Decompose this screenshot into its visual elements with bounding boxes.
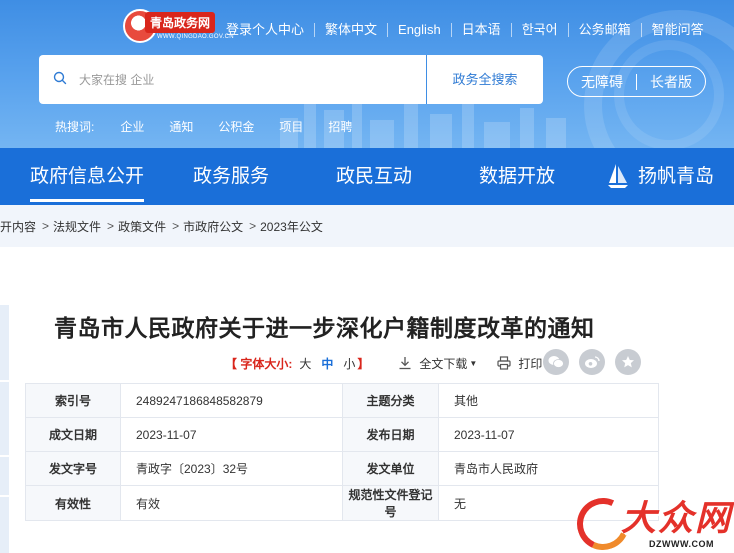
print-label: 打印 bbox=[518, 356, 543, 371]
left-side-strip bbox=[0, 305, 9, 553]
watermark-text: 大众网 bbox=[621, 498, 733, 539]
share-favorite-button[interactable] bbox=[615, 349, 641, 375]
breadcrumb-item[interactable]: 法规文件 bbox=[53, 218, 101, 235]
meta-key: 发布日期 bbox=[342, 417, 439, 452]
download-icon bbox=[399, 357, 411, 370]
font-size-large[interactable]: 大 bbox=[299, 355, 311, 372]
meta-key: 规范性文件登记号 bbox=[342, 485, 439, 521]
logo-title: 青岛政务网 bbox=[145, 12, 216, 33]
breadcrumb-separator: > bbox=[172, 219, 180, 233]
elder-mode-button[interactable]: 长者版 bbox=[637, 72, 705, 92]
barrier-free-button[interactable]: 无障碍 bbox=[568, 72, 636, 92]
nav-item-open-data[interactable]: 数据开放 bbox=[479, 148, 555, 205]
share-weibo-button[interactable] bbox=[579, 349, 605, 375]
hot-word[interactable]: 通知 bbox=[169, 118, 193, 135]
article-title: 青岛市人民政府关于进一步深化户籍制度改革的通知 bbox=[54, 315, 595, 341]
hot-search-words: 热搜词: 企业 通知 公积金 项目 招聘 bbox=[55, 118, 377, 135]
wechat-icon bbox=[548, 356, 564, 368]
weibo-icon bbox=[585, 356, 600, 368]
site-header: 青岛政务网 WWW.QINGDAO.GOV.CN 登录个人中心 繁体中文 Eng… bbox=[0, 0, 734, 148]
font-size-medium[interactable]: 中 bbox=[321, 355, 333, 372]
table-row: 发文字号 青政字〔2023〕32号 发文单位 青岛市人民政府 bbox=[25, 451, 659, 486]
nav-item-public-interaction[interactable]: 政民互动 bbox=[336, 148, 412, 205]
download-label: 全文下载 bbox=[419, 356, 468, 371]
hot-words-label: 热搜词: bbox=[55, 120, 95, 134]
breadcrumb-item[interactable]: 政策文件 bbox=[118, 218, 166, 235]
share-wechat-button[interactable] bbox=[543, 349, 569, 375]
nav-item-gov-services[interactable]: 政务服务 bbox=[193, 148, 269, 205]
meta-value: 青岛市人民政府 bbox=[438, 451, 659, 486]
meta-key: 发文单位 bbox=[342, 451, 439, 486]
font-size-label: 【 字体大小: bbox=[225, 356, 293, 371]
font-size-small[interactable]: 小 bbox=[343, 355, 355, 372]
meta-value: 青政字〔2023〕32号 bbox=[120, 451, 343, 486]
meta-value: 2023-11-07 bbox=[120, 417, 343, 452]
chevron-down-icon: ▼ bbox=[469, 358, 478, 368]
meta-value: 其他 bbox=[438, 383, 659, 418]
download-full-text-button[interactable]: 全文下载 ▼ bbox=[398, 355, 477, 372]
search-box: 政务全搜索 bbox=[39, 55, 543, 104]
sail-icon bbox=[608, 164, 628, 188]
breadcrumb-separator: > bbox=[42, 219, 50, 233]
meta-key: 索引号 bbox=[25, 383, 121, 418]
breadcrumb-item[interactable]: 2023年公文 bbox=[260, 218, 323, 235]
top-link-japanese[interactable]: 日本语 bbox=[450, 23, 511, 37]
hot-word[interactable]: 公积金 bbox=[218, 118, 254, 135]
search-input[interactable] bbox=[79, 67, 449, 92]
table-row: 成文日期 2023-11-07 发布日期 2023-11-07 bbox=[25, 417, 659, 452]
print-button[interactable]: 打印 bbox=[497, 355, 542, 372]
breadcrumb-separator: > bbox=[249, 219, 257, 233]
table-row: 有效性 有效 规范性文件登记号 无 bbox=[25, 485, 659, 521]
document-meta-table: 索引号 2489247186848582879 主题分类 其他 成文日期 202… bbox=[25, 383, 659, 521]
breadcrumb-separator: > bbox=[107, 219, 115, 233]
meta-key: 成文日期 bbox=[25, 417, 121, 452]
dazhong-watermark: 大众网 DZWWW.COM bbox=[569, 490, 734, 553]
top-link-login[interactable]: 登录个人中心 bbox=[226, 23, 314, 37]
meta-key: 发文字号 bbox=[25, 451, 121, 486]
top-link-english[interactable]: English bbox=[387, 23, 451, 37]
breadcrumb-item[interactable]: 市政府公文 bbox=[183, 218, 243, 235]
top-links: 登录个人中心 繁体中文 English 日本语 한국어 公务邮箱 智能问答 bbox=[226, 20, 714, 40]
meta-key: 主题分类 bbox=[342, 383, 439, 418]
hot-word[interactable]: 企业 bbox=[120, 118, 144, 135]
breadcrumb: 公开内容 > 法规文件 > 政策文件 > 市政府公文 > 2023年公文 bbox=[0, 205, 734, 247]
top-link-official-mail[interactable]: 公务邮箱 bbox=[567, 23, 641, 37]
meta-value: 有效 bbox=[120, 485, 343, 521]
watermark-url: DZWWW.COM bbox=[649, 539, 714, 549]
search-icon bbox=[53, 71, 67, 85]
site-logo[interactable]: 青岛政务网 WWW.QINGDAO.GOV.CN bbox=[123, 9, 234, 45]
top-link-traditional-chinese[interactable]: 繁体中文 bbox=[314, 23, 387, 37]
logo-subtitle: WWW.QINGDAO.GOV.CN bbox=[157, 34, 234, 40]
table-row: 索引号 2489247186848582879 主题分类 其他 bbox=[25, 383, 659, 418]
article-toolbar: 【 字体大小: 大 中 小 】 全文下载 ▼ 打印 bbox=[225, 352, 542, 374]
top-link-smart-qa[interactable]: 智能问答 bbox=[640, 23, 714, 37]
accessibility-toggle: 无障碍 长者版 bbox=[567, 66, 706, 97]
nav-item-sail-qingdao[interactable]: 扬帆青岛 bbox=[638, 148, 714, 205]
hot-word[interactable]: 项目 bbox=[279, 118, 303, 135]
font-size-close-bracket: 】 bbox=[357, 356, 370, 371]
printer-icon bbox=[497, 356, 511, 370]
meta-value: 2489247186848582879 bbox=[120, 383, 343, 418]
hot-word[interactable]: 招聘 bbox=[328, 118, 352, 135]
top-link-korean[interactable]: 한국어 bbox=[510, 23, 568, 37]
search-button[interactable]: 政务全搜索 bbox=[427, 55, 543, 104]
meta-value: 2023-11-07 bbox=[438, 417, 659, 452]
breadcrumb-item[interactable]: 公开内容 bbox=[0, 218, 36, 235]
star-icon bbox=[622, 356, 634, 368]
meta-key: 有效性 bbox=[25, 485, 121, 521]
nav-item-gov-info-disclosure[interactable]: 政府信息公开 bbox=[30, 148, 145, 205]
